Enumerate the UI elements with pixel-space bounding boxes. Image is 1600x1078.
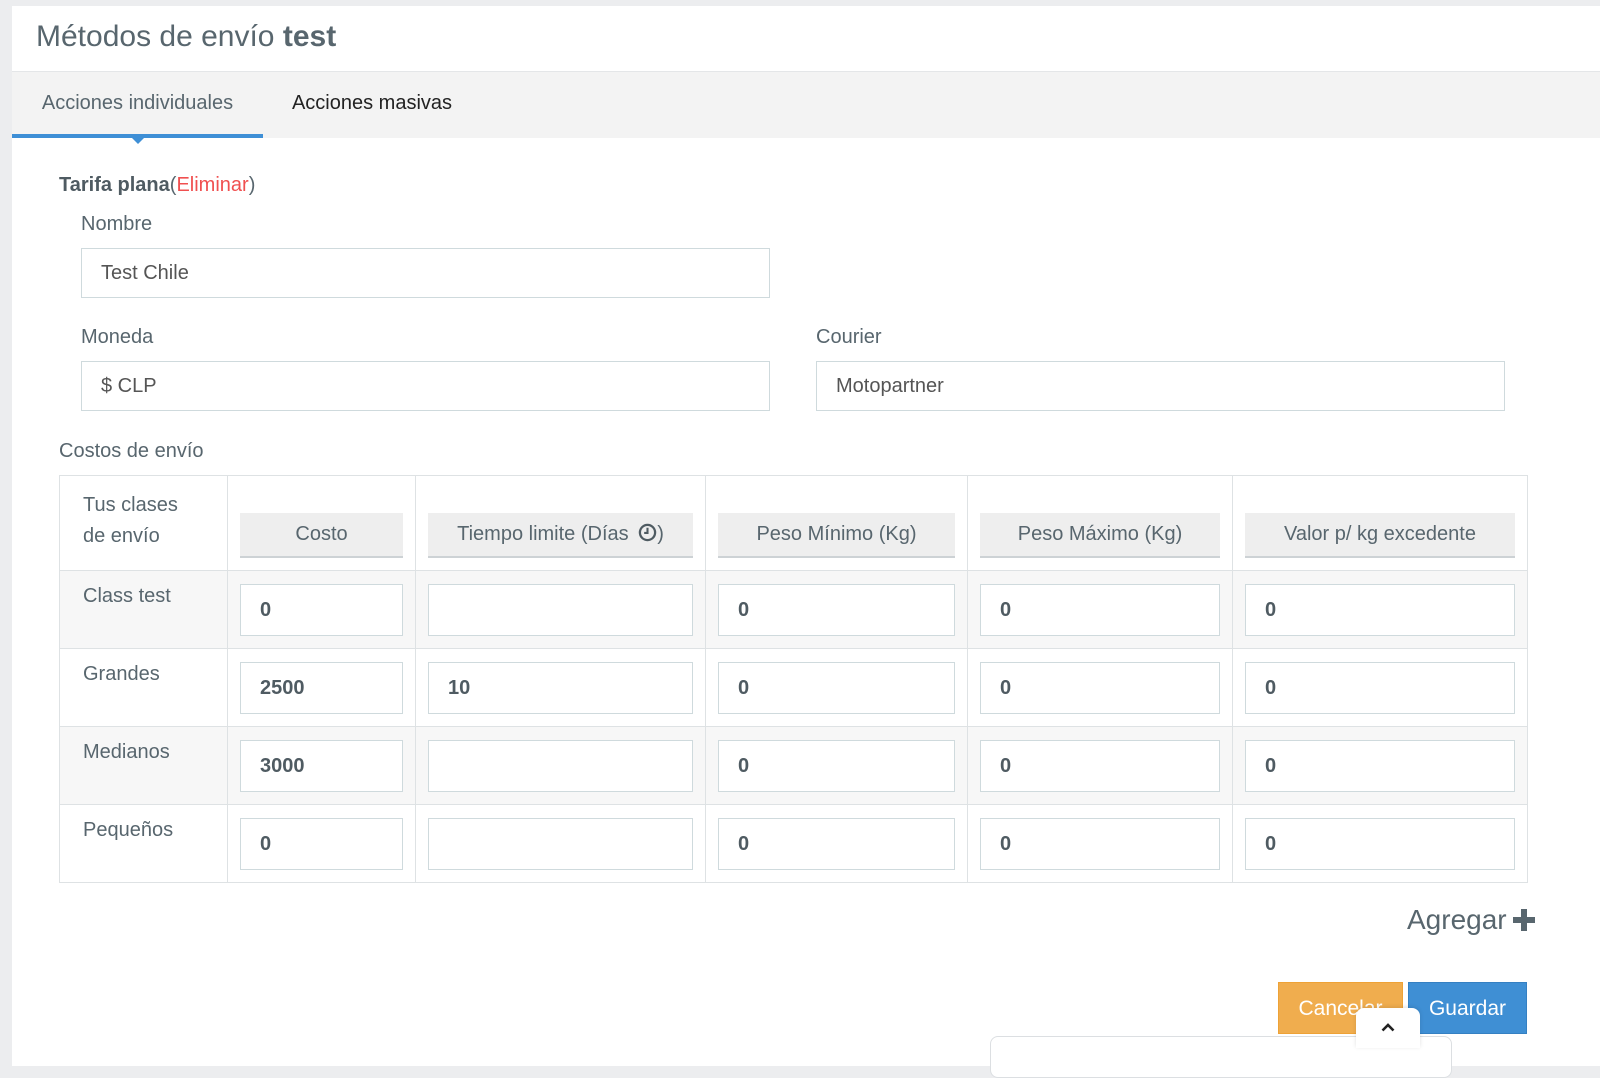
tiempo-input[interactable] (428, 584, 693, 636)
clock-icon (638, 523, 657, 542)
method-name: Tarifa plana (59, 174, 170, 196)
class-name: Medianos (59, 726, 228, 805)
table-row: Class test (59, 570, 1528, 649)
peso-maximo-input[interactable] (980, 584, 1220, 636)
tiempo-input[interactable] (428, 740, 693, 792)
column-header-peso-maximo: Peso Máximo (Kg) (967, 475, 1233, 571)
table-cell (227, 726, 416, 805)
tab-individual-actions-label: Acciones individuales (41, 92, 234, 114)
table-cell (1232, 648, 1528, 727)
valor-excedente-input[interactable] (1245, 584, 1515, 636)
table-cell (415, 570, 706, 649)
column-header-tiempo: Tiempo limite (Días ) (415, 475, 706, 571)
courier-field[interactable] (816, 361, 1505, 411)
page-title-prefix: Métodos de envío (36, 20, 275, 53)
tab-bar: Acciones individuales Acciones masivas (12, 72, 1600, 144)
valor-excedente-input[interactable] (1245, 662, 1515, 714)
table-cell (227, 648, 416, 727)
table-cell (967, 726, 1233, 805)
table-cell (1232, 726, 1528, 805)
nombre-field[interactable] (81, 248, 770, 298)
page-title-store: test (282, 20, 337, 53)
table-cell (415, 648, 706, 727)
peso-maximo-input[interactable] (980, 740, 1220, 792)
shipping-methods-panel: Métodos de envío test Acciones individua… (12, 6, 1600, 1078)
class-name: Pequeños (59, 804, 228, 883)
costo-input[interactable] (240, 740, 403, 792)
tiempo-input[interactable] (428, 662, 693, 714)
moneda-label: Moneda (81, 326, 154, 348)
plus-icon (1512, 909, 1535, 931)
peso-minimo-input[interactable] (718, 740, 955, 792)
tab-individual-actions[interactable]: Acciones individuales (12, 72, 263, 144)
peso-minimo-input[interactable] (718, 584, 955, 636)
chevron-up-icon (1381, 1023, 1395, 1032)
tiempo-header-label: Tiempo limite (Días (457, 523, 629, 545)
valor-excedente-header-label: Valor p/ kg excedente (1245, 513, 1515, 558)
tiempo-input[interactable] (428, 818, 693, 870)
table-cell (415, 804, 706, 883)
shipping-classes-header: Tus clases de envío (59, 475, 228, 571)
table-row: Grandes (59, 648, 1528, 727)
page-header: Métodos de envío test (12, 6, 1600, 72)
save-button[interactable]: Guardar (1408, 982, 1527, 1034)
shipping-classes-header-line1: Tus clases (83, 494, 178, 516)
moneda-field[interactable] (81, 361, 770, 411)
add-shipping-class-button[interactable]: Agregar (1407, 904, 1535, 936)
costo-input[interactable] (240, 662, 403, 714)
method-heading: Tarifa plana(Eliminar) (59, 174, 255, 197)
costo-input[interactable] (240, 584, 403, 636)
peso-minimo-input[interactable] (718, 818, 955, 870)
table-cell (227, 804, 416, 883)
table-cell (967, 648, 1233, 727)
table-cell (705, 570, 968, 649)
tab-bulk-actions-label: Acciones masivas (291, 92, 453, 114)
table-cell (1232, 570, 1528, 649)
add-label: Agregar (1407, 904, 1507, 935)
peso-minimo-header-label: Peso Mínimo (Kg) (718, 513, 955, 558)
table-row: Medianos (59, 726, 1528, 805)
table-cell (705, 648, 968, 727)
active-tab-caret (132, 138, 144, 144)
table-cell (415, 726, 706, 805)
shipping-classes-header-line2: de envío (83, 525, 160, 547)
class-name: Grandes (59, 648, 228, 727)
paren-close: ) (248, 174, 256, 196)
peso-maximo-input[interactable] (980, 662, 1220, 714)
column-header-peso-minimo: Peso Mínimo (Kg) (705, 475, 968, 571)
costo-header-label: Costo (240, 513, 403, 558)
costo-input[interactable] (240, 818, 403, 870)
tiempo-header-box: Tiempo limite (Días ) (428, 513, 693, 558)
table-cell (227, 570, 416, 649)
table-cell (705, 804, 968, 883)
costs-section-label: Costos de envío (59, 440, 204, 462)
class-name: Class test (59, 570, 228, 649)
nombre-label: Nombre (81, 213, 153, 235)
peso-minimo-input[interactable] (718, 662, 955, 714)
table-cell (967, 570, 1233, 649)
peso-maximo-header-label: Peso Máximo (Kg) (980, 513, 1220, 558)
table-cell (705, 726, 968, 805)
shipping-costs-table: Tus clases de envío Costo Tiempo limite … (59, 475, 1528, 883)
column-header-costo: Costo (227, 475, 416, 571)
peso-maximo-input[interactable] (980, 818, 1220, 870)
valor-excedente-input[interactable] (1245, 740, 1515, 792)
page-title: Métodos de envío test (36, 20, 336, 54)
tiempo-header-suffix: ) (657, 523, 664, 545)
valor-excedente-input[interactable] (1245, 818, 1515, 870)
scroll-to-top-button[interactable] (1356, 1008, 1420, 1048)
table-header-row: Tus clases de envío Costo Tiempo limite … (59, 475, 1528, 571)
tab-bulk-actions[interactable]: Acciones masivas (263, 72, 481, 134)
table-row: Pequeños (59, 804, 1528, 883)
table-cell (1232, 804, 1528, 883)
column-header-valor-excedente: Valor p/ kg excedente (1232, 475, 1528, 571)
delete-method-link[interactable]: Eliminar (176, 174, 248, 196)
courier-label: Courier (816, 326, 882, 348)
table-cell (967, 804, 1233, 883)
